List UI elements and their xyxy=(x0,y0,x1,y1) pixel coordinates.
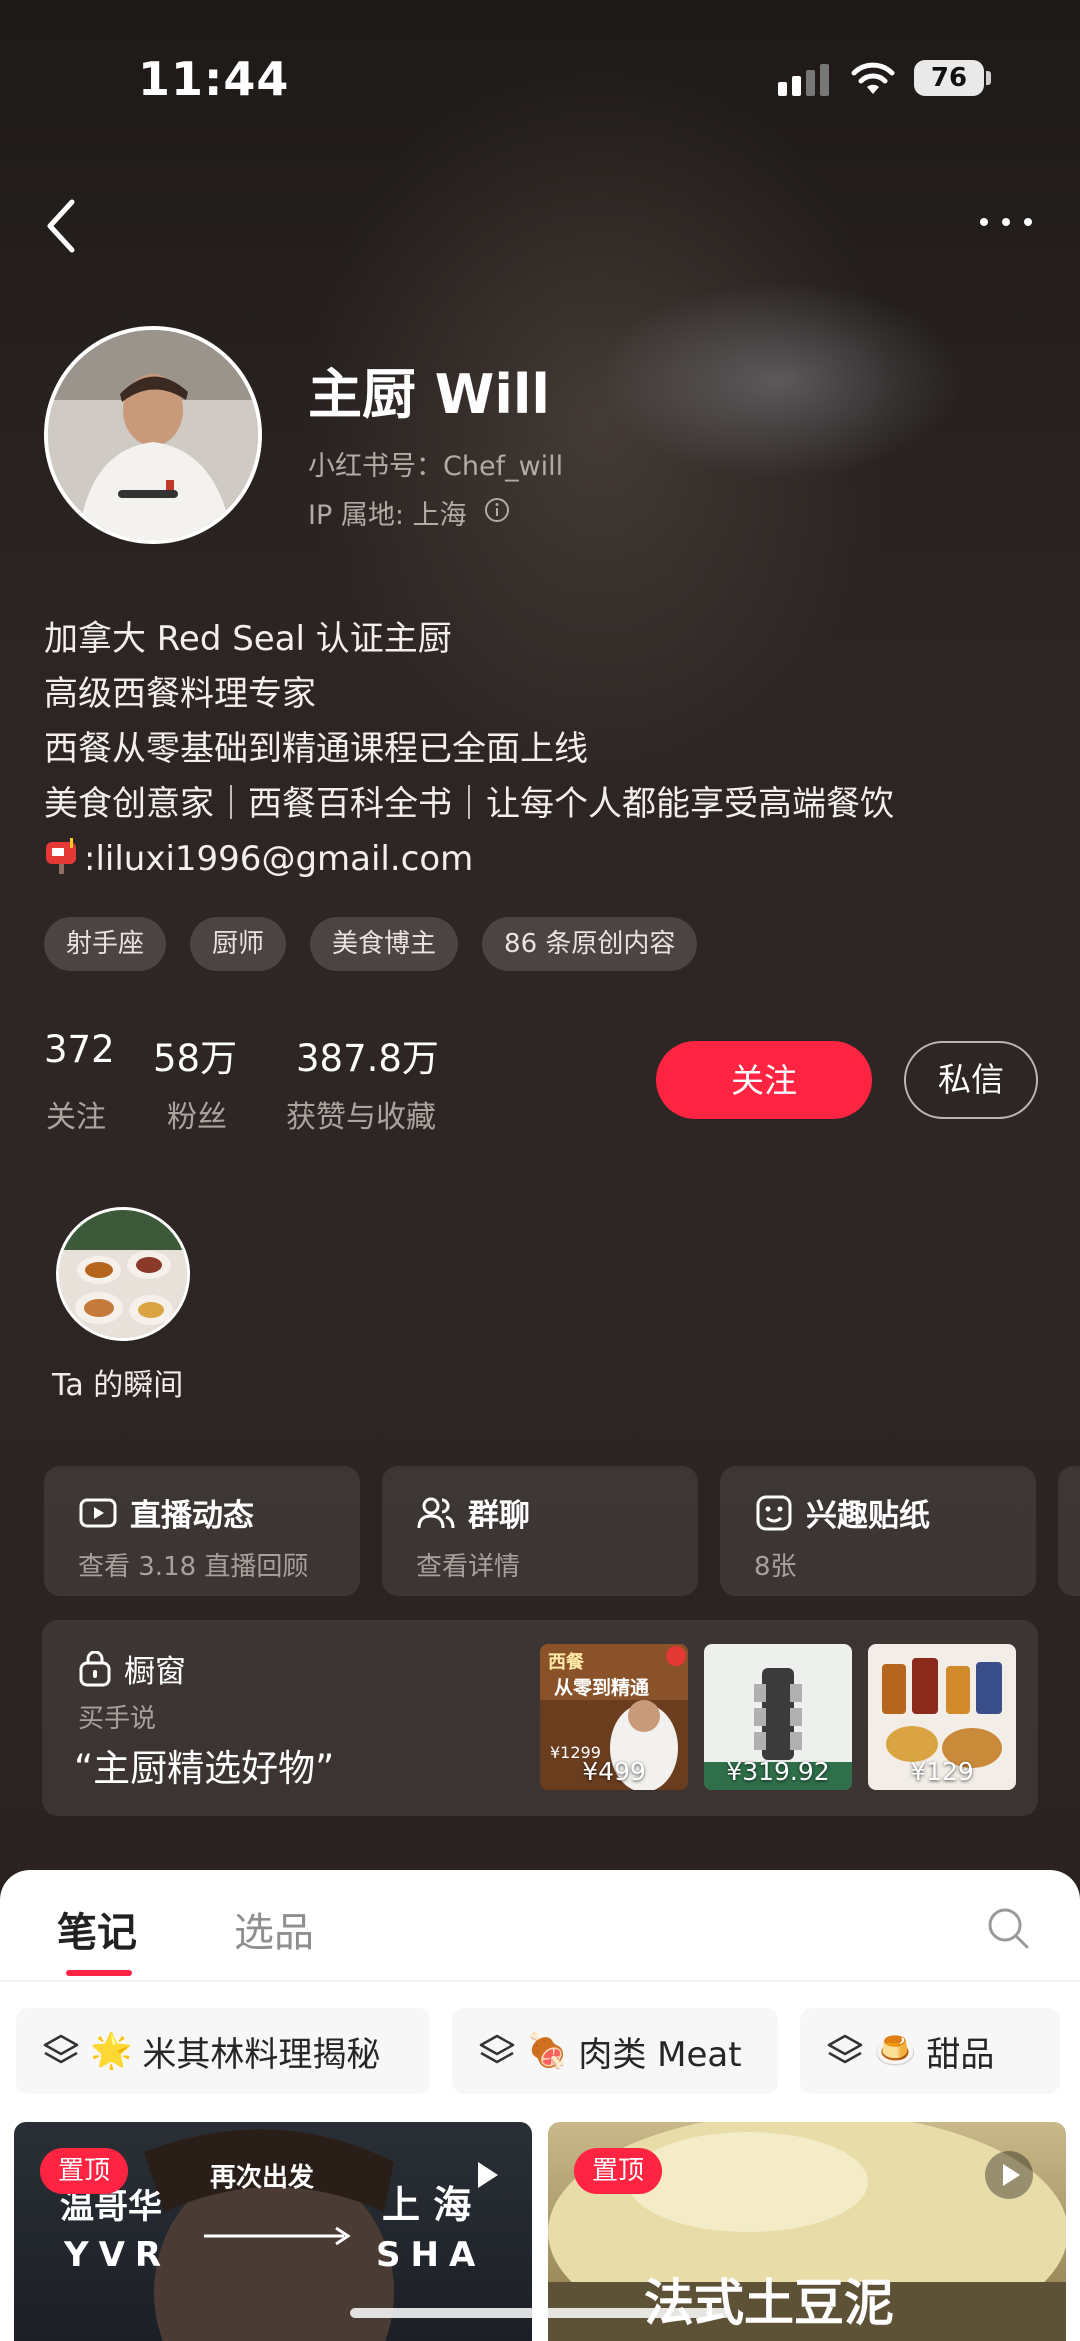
card-group-chat[interactable]: 群聊 查看详情 xyxy=(382,1466,698,1596)
profile-bio: 加拿大 Red Seal 认证主厨 高级西餐料理专家 西餐从零基础到精通课程已全… xyxy=(44,612,894,887)
mailbox-icon xyxy=(46,838,76,874)
shop-window[interactable]: 橱窗 买手说 “主厨精选好物” 西餐 从零到精通 ¥1299 ¥499 ¥319… xyxy=(42,1620,1038,1816)
note-to-city: 上 海 xyxy=(382,2183,471,2227)
following-label[interactable]: 关注 xyxy=(46,1092,106,1136)
pinned-badge: 置顶 xyxy=(574,2148,663,2194)
live-video-icon xyxy=(79,1498,117,1527)
food-platter-image xyxy=(59,1210,187,1338)
battery-indicator: 76 xyxy=(914,60,984,96)
card-stickers[interactable]: 兴趣贴纸 8张 xyxy=(720,1466,1036,1596)
tab-selected-products[interactable]: 选品 xyxy=(234,1900,314,1958)
tag-zodiac: 射手座 xyxy=(44,917,167,971)
group-chat-icon xyxy=(417,1497,455,1528)
collection-label: 米其林料理揭秘 xyxy=(142,2034,381,2075)
layers-icon xyxy=(479,2034,515,2064)
shop-subtitle: 买手说 xyxy=(78,1704,157,1734)
back-arrow-icon[interactable] xyxy=(42,196,82,256)
product-sauces[interactable]: ¥129 xyxy=(868,1644,1016,1790)
layers-icon xyxy=(827,2034,863,2064)
cellular-signal-icon xyxy=(778,64,829,96)
collection-michelin[interactable]: 🌟 米其林料理揭秘 xyxy=(16,2008,430,2094)
collection-emoji: 🍮 xyxy=(874,2031,917,2071)
bio-line: 加拿大 Red Seal 认证主厨 xyxy=(44,619,452,659)
sticker-icon xyxy=(756,1495,792,1530)
profile-name: 主厨 Will xyxy=(308,363,550,426)
collection-meat[interactable]: 🍖 肉类 Meat xyxy=(452,2008,778,2094)
note-from-code: YVR xyxy=(63,2235,171,2275)
poster-subtitle: 从零到精通 xyxy=(554,1676,650,1699)
collection-dessert[interactable]: 🍮 甜品 xyxy=(800,2008,1060,2094)
product-price: ¥129 xyxy=(910,1757,974,1786)
card-overflow[interactable] xyxy=(1058,1466,1080,1596)
follow-button[interactable]: 关注 xyxy=(656,1041,872,1119)
bio-line: 高级西餐料理专家 xyxy=(44,674,316,714)
avatar[interactable] xyxy=(44,326,262,544)
moment-thumbnail[interactable] xyxy=(56,1207,190,1341)
product-course[interactable]: 西餐 从零到精通 ¥1299 ¥499 xyxy=(540,1644,688,1790)
play-icon xyxy=(478,2162,498,2188)
card-subtitle: 查看 3.18 直播回顾 xyxy=(78,1552,309,1582)
pinned-badge: 置顶 xyxy=(40,2148,129,2194)
status-time: 11:44 xyxy=(138,52,290,106)
tab-notes[interactable]: 笔记 xyxy=(57,1900,137,1958)
battery-tip xyxy=(986,71,991,85)
bio-email[interactable]: :liluxi1996@gmail.com xyxy=(84,839,473,879)
tag-original-count: 86 条原创内容 xyxy=(482,917,698,971)
tag-occupation: 厨师 xyxy=(190,917,287,971)
note-cover-title: 法式土豆泥 xyxy=(644,2273,894,2332)
play-icon xyxy=(985,2151,1033,2199)
collection-label: 肉类 Meat xyxy=(578,2034,742,2075)
product-price: ¥499 xyxy=(582,1757,646,1786)
product-spice-rack[interactable]: ¥319.92 xyxy=(704,1644,852,1790)
product-price: ¥319.92 xyxy=(726,1757,830,1786)
message-button[interactable]: 私信 xyxy=(904,1041,1038,1119)
collection-emoji: 🍖 xyxy=(526,2031,569,2071)
shop-quote: “主厨精选好物” xyxy=(74,1747,335,1790)
tag-blogger: 美食博主 xyxy=(310,917,459,971)
active-tab-indicator xyxy=(66,1970,132,1976)
likes-count[interactable]: 387.8万 xyxy=(296,1028,439,1082)
collection-emoji: 🌟 xyxy=(90,2031,133,2071)
info-icon[interactable] xyxy=(484,497,510,523)
search-icon[interactable] xyxy=(986,1906,1030,1950)
shop-title: 橱窗 xyxy=(124,1654,186,1690)
following-count[interactable]: 372 xyxy=(44,1028,115,1071)
card-subtitle: 8张 xyxy=(754,1552,797,1582)
bio-line: 西餐从零基础到精通课程已全面上线 xyxy=(44,729,588,769)
ip-location: IP 属地: 上海 xyxy=(308,500,467,531)
note-top-text: 再次出发 xyxy=(210,2162,314,2193)
followers-label[interactable]: 粉丝 xyxy=(167,1092,227,1136)
note-to-code: SHA xyxy=(376,2235,485,2275)
card-subtitle: 查看详情 xyxy=(416,1552,521,1582)
bag-lock-icon xyxy=(79,1650,111,1686)
more-options-icon[interactable] xyxy=(978,208,1034,236)
collection-label: 甜品 xyxy=(926,2034,995,2075)
bio-email-line: :liluxi1996@gmail.com xyxy=(44,832,894,887)
red-id[interactable]: 小红书号：Chef_will xyxy=(308,444,563,483)
card-live-updates[interactable]: 直播动态 查看 3.18 直播回顾 xyxy=(44,1466,360,1596)
profile-tags: 射手座 厨师 美食博主 86 条原创内容 xyxy=(44,917,698,971)
home-indicator[interactable] xyxy=(350,2308,730,2318)
card-title: 直播动态 xyxy=(130,1498,254,1534)
followers-count[interactable]: 58万 xyxy=(153,1028,237,1082)
wifi-icon xyxy=(851,62,895,94)
chef-portrait-image xyxy=(48,330,258,540)
moment-label[interactable]: Ta 的瞬间 xyxy=(52,1360,183,1404)
bio-line: 美食创意家｜西餐百科全书｜让每个人都能享受高端餐饮 xyxy=(44,784,894,824)
layers-icon xyxy=(43,2034,79,2064)
poster-title: 西餐 xyxy=(548,1651,585,1673)
likes-label[interactable]: 获赞与收藏 xyxy=(286,1092,436,1136)
tab-divider xyxy=(0,1980,1080,1982)
card-title: 兴趣贴纸 xyxy=(806,1498,930,1534)
card-title: 群聊 xyxy=(468,1498,530,1534)
